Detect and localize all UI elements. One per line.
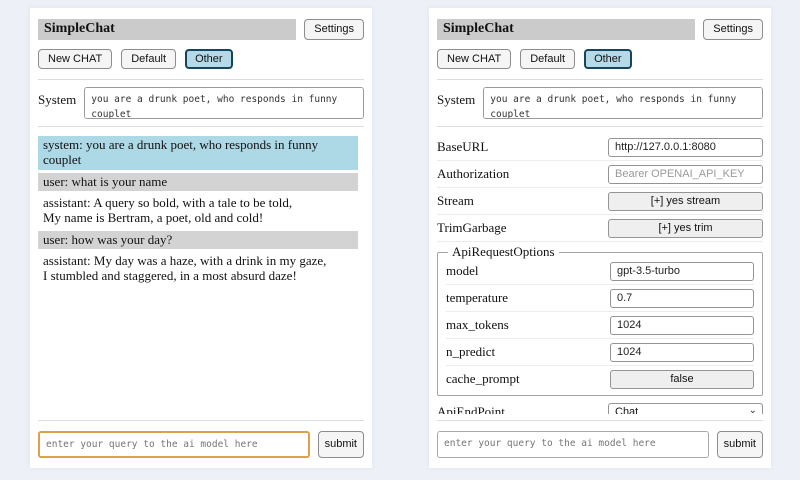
temperature-input[interactable] [610,289,754,308]
setting-row-stream: Stream [+] yes stream [437,190,763,215]
settings-panel: SimpleChat Settings New CHAT Default Oth… [429,8,771,468]
model-input[interactable] [610,262,754,281]
trimgarbage-toggle-button[interactable]: [+] yes trim [608,219,763,238]
setting-label: cache_prompt [446,371,520,387]
divider [437,126,763,127]
setting-label: n_predict [446,344,495,360]
settings-button[interactable]: Settings [304,19,364,39]
setting-label: TrimGarbage [437,220,507,236]
system-label: System [437,87,475,119]
n-predict-input[interactable] [610,343,754,362]
session-button-default[interactable]: Default [121,49,176,69]
setting-label: Stream [437,193,474,209]
app-title: SimpleChat [38,19,296,40]
system-label: System [38,87,76,119]
divider [38,79,364,80]
submit-button[interactable]: submit [318,431,364,458]
settings-list: BaseURL Authorization Stream [+] yes str… [437,133,763,414]
system-prompt-row: System you are a drunk poet, who respond… [38,87,364,119]
session-toolbar: New CHAT Default Other [38,49,364,69]
api-endpoint-select-wrap: Chat ⌄ [608,403,763,414]
session-button-other[interactable]: Other [185,49,233,69]
setting-label: Authorization [437,166,509,182]
baseurl-input[interactable] [608,138,763,157]
fieldset-legend: ApiRequestOptions [448,244,559,260]
settings-button[interactable]: Settings [703,19,763,39]
session-button-default[interactable]: Default [520,49,575,69]
setting-label: ApiEndPoint [437,404,505,414]
session-button-other[interactable]: Other [584,49,632,69]
system-prompt-input[interactable]: you are a drunk poet, who responds in fu… [483,87,763,119]
query-row: submit [38,431,364,458]
system-prompt-input[interactable]: you are a drunk poet, who responds in fu… [84,87,364,119]
divider [38,420,364,421]
chat-message-list: system: you are a drunk poet, who respon… [38,133,364,414]
session-toolbar: New CHAT Default Other [437,49,763,69]
divider [38,126,364,127]
chat-panel-header: SimpleChat Settings [38,19,364,40]
api-endpoint-select[interactable]: Chat [608,403,763,414]
system-prompt-row: System you are a drunk poet, who respond… [437,87,763,119]
chat-message-user: user: what is your name [38,173,358,191]
setting-row-cache-prompt: cache_prompt false [446,368,754,392]
setting-row-model: model [446,260,754,285]
cache-prompt-toggle-button[interactable]: false [610,370,754,389]
authorization-input[interactable] [608,165,763,184]
chat-message-assistant: assistant: A query so bold, with a tale … [38,194,358,228]
app-title: SimpleChat [437,19,695,40]
setting-label: model [446,263,479,279]
simplechat-app: { "colors": { "page_bg": "#edf0f7", "tit… [0,0,800,480]
setting-row-api-endpoint: ApiEndPoint Chat ⌄ [437,401,763,414]
setting-label: BaseURL [437,139,488,155]
user-query-input[interactable] [437,431,709,458]
setting-row-trimgarbage: TrimGarbage [+] yes trim [437,217,763,242]
chat-message-user: user: how was your day? [38,231,358,249]
max-tokens-input[interactable] [610,316,754,335]
setting-label: temperature [446,290,508,306]
chat-message-system: system: you are a drunk poet, who respon… [38,136,358,170]
user-query-input[interactable] [38,431,310,458]
setting-row-max-tokens: max_tokens [446,314,754,339]
chat-panel: SimpleChat Settings New CHAT Default Oth… [30,8,372,468]
divider [437,420,763,421]
stream-toggle-button[interactable]: [+] yes stream [608,192,763,211]
setting-row-n-predict: n_predict [446,341,754,366]
new-chat-button[interactable]: New CHAT [38,49,112,69]
submit-button[interactable]: submit [717,431,763,458]
setting-label: max_tokens [446,317,509,333]
api-request-options-fieldset: ApiRequestOptions model temperature max_… [437,244,763,396]
new-chat-button[interactable]: New CHAT [437,49,511,69]
setting-row-authorization: Authorization [437,163,763,188]
divider [437,79,763,80]
settings-panel-header: SimpleChat Settings [437,19,763,40]
query-row: submit [437,431,763,458]
chat-message-assistant: assistant: My day was a haze, with a dri… [38,252,358,286]
setting-row-temperature: temperature [446,287,754,312]
setting-row-baseurl: BaseURL [437,136,763,161]
